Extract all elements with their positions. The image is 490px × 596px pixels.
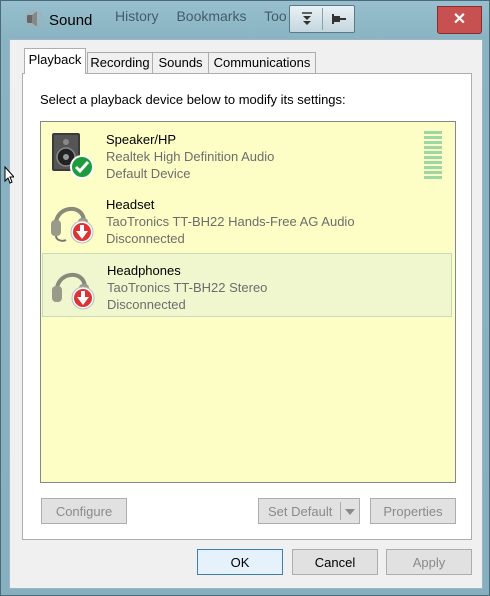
window-title: Sound <box>49 12 93 29</box>
device-name: Headphones <box>107 263 181 278</box>
device-status: Disconnected <box>107 297 186 312</box>
tab-recording[interactable]: Recording <box>87 52 153 73</box>
divider <box>322 8 323 30</box>
window-tools <box>289 5 355 33</box>
device-description: Realtek High Definition Audio <box>106 149 275 164</box>
configure-button[interactable]: Configure <box>41 498 127 524</box>
level-meter <box>424 131 442 179</box>
device-name: Speaker/HP <box>106 132 177 147</box>
ok-button[interactable]: OK <box>197 549 283 575</box>
device-headphones[interactable]: Headphones TaoTronics TT-BH22 Stereo Dis… <box>42 253 452 317</box>
collapse-icon[interactable] <box>298 10 316 28</box>
set-default-label: Set Default <box>268 504 333 519</box>
title-bar[interactable]: Sound History Bookmarks Too ✕ <box>1 1 489 39</box>
background-menu-item: History <box>115 8 159 24</box>
background-menu-item: Bookmarks <box>176 8 247 24</box>
tab-sounds[interactable]: Sounds <box>152 52 209 73</box>
sound-dialog: Sound History Bookmarks Too ✕ Playback R… <box>0 0 490 596</box>
background-menu-item: Too <box>264 8 287 24</box>
headset-icon <box>51 206 94 244</box>
playback-panel: Select a playback device below to modify… <box>22 73 472 540</box>
properties-button[interactable]: Properties <box>370 498 456 524</box>
headphones-icon <box>52 272 95 310</box>
device-description: TaoTronics TT-BH22 Stereo <box>107 280 268 295</box>
tab-communications[interactable]: Communications <box>208 52 316 73</box>
instruction-text: Select a playback device below to modify… <box>40 92 346 107</box>
device-description: TaoTronics TT-BH22 Hands-Free AG Audio <box>106 214 355 229</box>
device-headset[interactable]: Headset TaoTronics TT-BH22 Hands-Free AG… <box>42 188 452 250</box>
cancel-button[interactable]: Cancel <box>292 549 378 575</box>
tab-playback[interactable]: Playback <box>24 48 86 74</box>
sound-icon <box>25 10 43 28</box>
divider <box>340 502 341 520</box>
device-status: Disconnected <box>106 231 185 246</box>
chevron-down-icon[interactable] <box>345 509 355 515</box>
mouse-cursor-icon <box>4 166 14 184</box>
device-status: Default Device <box>106 166 191 181</box>
apply-button[interactable]: Apply <box>386 549 472 575</box>
device-speaker-hp[interactable]: Speaker/HP Realtek High Definition Audio… <box>42 123 452 185</box>
dialog-body: Playback Recording Sounds Communications… <box>9 39 483 589</box>
device-name: Headset <box>106 197 155 212</box>
set-default-button[interactable]: Set Default <box>258 498 360 524</box>
speaker-icon <box>52 133 94 179</box>
background-menu: History Bookmarks Too <box>115 8 301 24</box>
pin-icon[interactable] <box>330 10 348 28</box>
device-list[interactable]: Speaker/HP Realtek High Definition Audio… <box>40 121 456 483</box>
close-button[interactable]: ✕ <box>437 6 482 34</box>
